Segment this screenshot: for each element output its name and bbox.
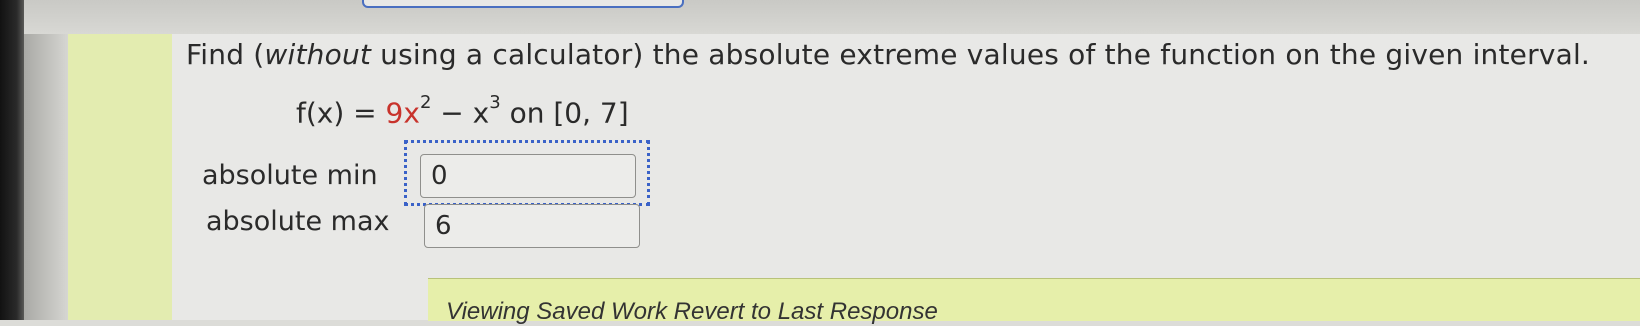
formula-on: on [500,96,554,130]
absolute-min-input[interactable] [420,154,636,198]
top-strip [24,0,1640,34]
function-formula: f(x) = 9x2 − x3 on [0, 7] [296,92,629,130]
formula-exp2: 3 [489,92,501,113]
formula-exp1: 2 [419,92,432,113]
absolute-max-input[interactable] [424,204,640,248]
formula-interval: [0, 7] [553,96,629,130]
question-margin-bar [68,34,172,320]
absolute-min-label: absolute min [202,160,378,191]
saved-work-link[interactable]: Viewing Saved Work Revert to Last Respon… [446,298,938,326]
question-emphasis: without [264,38,372,71]
panel-edge [24,34,68,320]
question-prefix: Find ( [186,38,265,71]
question-text: Find (without using a calculator) the ab… [186,38,1590,71]
formula-lhs: f(x) = [296,96,386,130]
top-tab[interactable] [362,0,684,8]
formula-coef: 9x [385,96,420,130]
absolute-max-label: absolute max [206,206,390,237]
formula-minus: − x [431,96,490,130]
question-suffix: using a calculator) the absolute extreme… [371,38,1591,71]
screen-bezel [0,0,24,320]
